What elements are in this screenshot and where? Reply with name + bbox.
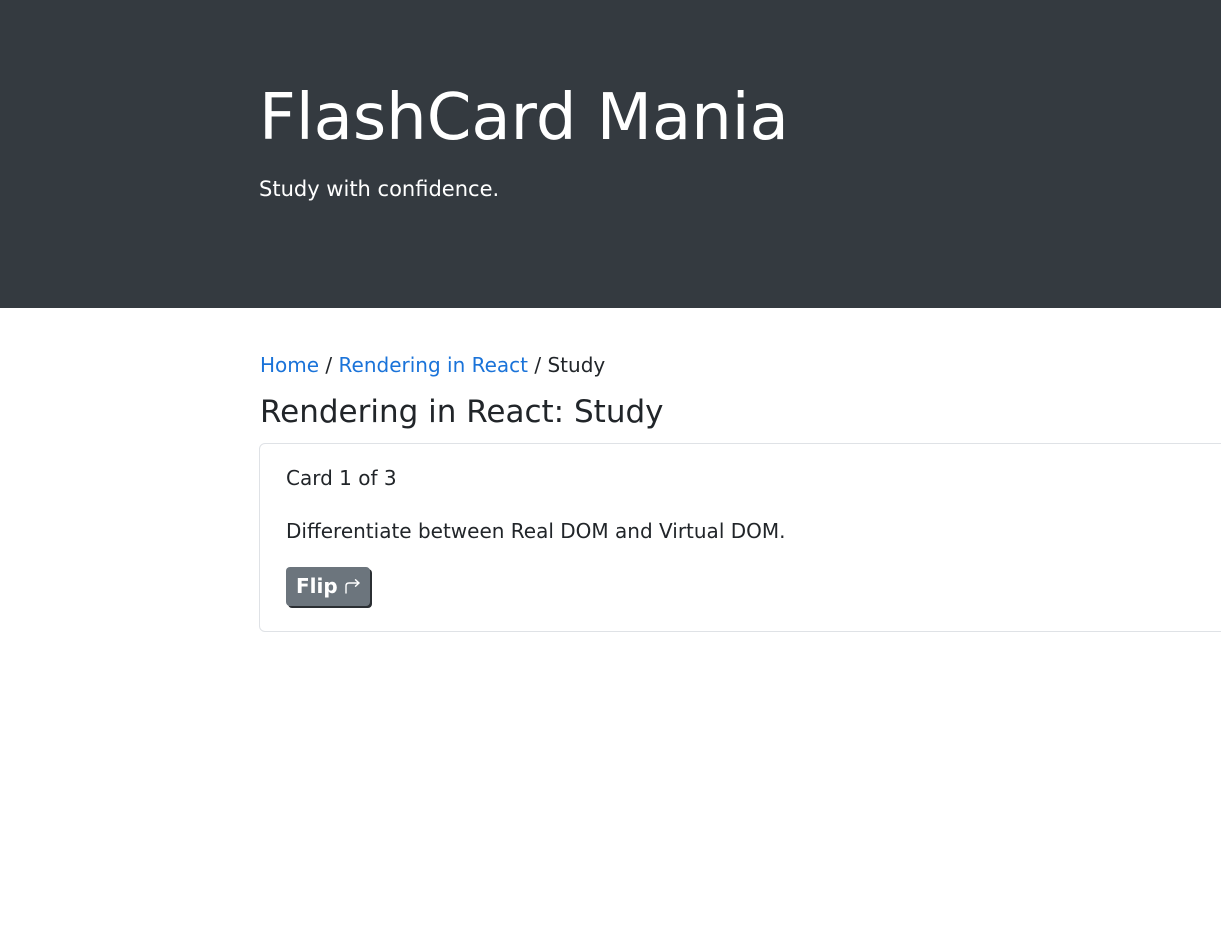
flip-button[interactable]: Flip	[286, 567, 370, 606]
breadcrumb-deck-link[interactable]: Rendering in React	[339, 353, 528, 377]
breadcrumb-separator: /	[325, 353, 333, 377]
arrow-return-right-icon	[344, 578, 361, 595]
breadcrumb-home-link[interactable]: Home	[260, 353, 319, 377]
flashcard: Card 1 of 3 Differentiate between Real D…	[259, 443, 1221, 632]
card-front-text: Differentiate between Real DOM and Virtu…	[286, 519, 786, 543]
flip-button-label: Flip	[296, 574, 338, 598]
site-title: FlashCard Mania	[259, 81, 789, 155]
site-tagline: Study with confidence.	[259, 177, 500, 201]
breadcrumb-current: Study	[547, 353, 606, 377]
card-counter: Card 1 of 3	[286, 466, 397, 490]
page-title: Rendering in React: Study	[260, 394, 664, 430]
breadcrumb-separator: /	[534, 353, 542, 377]
site-header: FlashCard Mania Study with confidence.	[0, 0, 1221, 308]
breadcrumb: Home / Rendering in React / Study	[260, 351, 605, 379]
